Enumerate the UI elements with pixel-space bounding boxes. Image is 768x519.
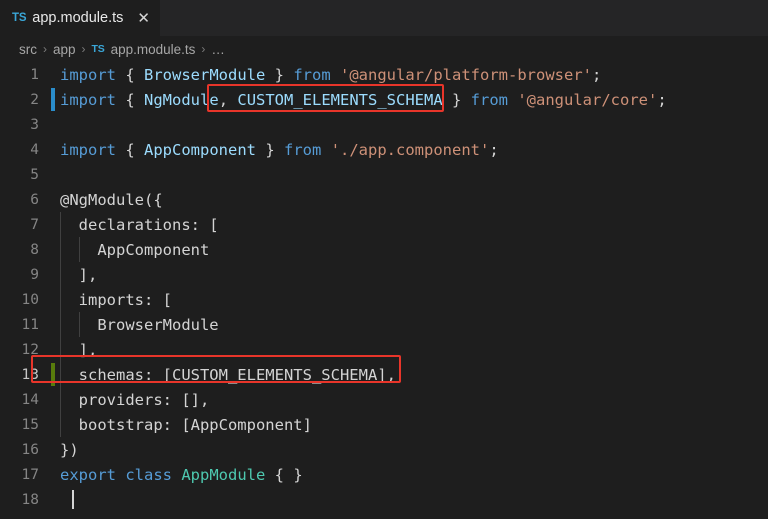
close-icon[interactable]: ✕ <box>137 11 150 26</box>
code-line-text: ], <box>60 265 98 284</box>
line-number: 7 <box>30 216 39 233</box>
code-line-text: export class AppModule { } <box>60 465 303 484</box>
line-number: 18 <box>21 491 39 508</box>
code-line-text: providers: [], <box>60 390 210 409</box>
code-line: 5 <box>0 162 768 187</box>
code-line: 3 <box>0 112 768 137</box>
code-line-text: import { AppComponent } from './app.comp… <box>60 140 499 159</box>
code-line-text: @NgModule({ <box>60 190 163 209</box>
code-line: 8 AppComponent <box>0 237 768 262</box>
code-line: 18 <box>0 487 768 512</box>
breadcrumb: src › app › TS app.module.ts › … <box>0 36 768 62</box>
code-line: 6 @NgModule({ <box>0 187 768 212</box>
typescript-file-icon: TS <box>12 12 27 24</box>
text-cursor <box>72 490 74 509</box>
line-number: 2 <box>30 91 39 108</box>
line-number: 11 <box>21 316 39 333</box>
code-line: 13 schemas: [CUSTOM_ELEMENTS_SCHEMA], <box>0 362 768 387</box>
line-number: 6 <box>30 191 39 208</box>
tab-label: app.module.ts <box>32 10 124 26</box>
line-number: 13 <box>21 366 39 383</box>
code-line: 12 ], <box>0 337 768 362</box>
code-line-text: import { BrowserModule } from '@angular/… <box>60 65 602 84</box>
code-line: 9 ], <box>0 262 768 287</box>
line-number: 1 <box>30 66 39 83</box>
line-number: 14 <box>21 391 39 408</box>
line-number: 17 <box>21 466 39 483</box>
breadcrumb-item-app[interactable]: app <box>53 42 76 57</box>
editor-tab-bar: TS app.module.ts ✕ <box>0 0 768 36</box>
line-number: 9 <box>30 266 39 283</box>
line-number: 15 <box>21 416 39 433</box>
code-line-text: }) <box>60 440 79 459</box>
code-line-text: imports: [ <box>60 290 172 309</box>
code-line: 7 declarations: [ <box>0 212 768 237</box>
chevron-right-icon: › <box>201 42 206 56</box>
code-line-text: BrowserModule <box>60 315 219 334</box>
breadcrumb-item-more[interactable]: … <box>211 42 226 57</box>
code-line: 16 }) <box>0 437 768 462</box>
code-line: 11 BrowserModule <box>0 312 768 337</box>
tab-app-module-ts[interactable]: TS app.module.ts ✕ <box>0 0 161 36</box>
line-number: 3 <box>30 116 39 133</box>
code-line: 1 import { BrowserModule } from '@angula… <box>0 62 768 87</box>
code-line-text: schemas: [CUSTOM_ELEMENTS_SCHEMA], <box>60 365 396 384</box>
code-line: 2 import { NgModule, CUSTOM_ELEMENTS_SCH… <box>0 87 768 112</box>
line-number: 8 <box>30 241 39 258</box>
code-line-text: import { NgModule, CUSTOM_ELEMENTS_SCHEM… <box>60 90 667 109</box>
line-number: 10 <box>21 291 39 308</box>
code-line-text: AppComponent <box>60 240 210 259</box>
chevron-right-icon: › <box>81 42 86 56</box>
code-line-text: bootstrap: [AppComponent] <box>60 415 312 434</box>
code-line: 4 import { AppComponent } from './app.co… <box>0 137 768 162</box>
breadcrumb-item-src[interactable]: src <box>19 42 37 57</box>
code-line-text: ], <box>60 340 98 359</box>
code-line: 17 export class AppModule { } <box>0 462 768 487</box>
code-line: 14 providers: [], <box>0 387 768 412</box>
chevron-right-icon: › <box>43 42 47 56</box>
line-number: 4 <box>30 141 39 158</box>
line-number: 12 <box>21 341 39 358</box>
code-line-text: declarations: [ <box>60 215 219 234</box>
code-line: 10 imports: [ <box>0 287 768 312</box>
line-number: 5 <box>30 166 39 183</box>
typescript-file-icon: TS <box>91 43 105 55</box>
code-editor[interactable]: 1 import { BrowserModule } from '@angula… <box>0 62 768 519</box>
code-line: 15 bootstrap: [AppComponent] <box>0 412 768 437</box>
breadcrumb-item-file[interactable]: app.module.ts <box>111 42 196 57</box>
line-number: 16 <box>21 441 39 458</box>
